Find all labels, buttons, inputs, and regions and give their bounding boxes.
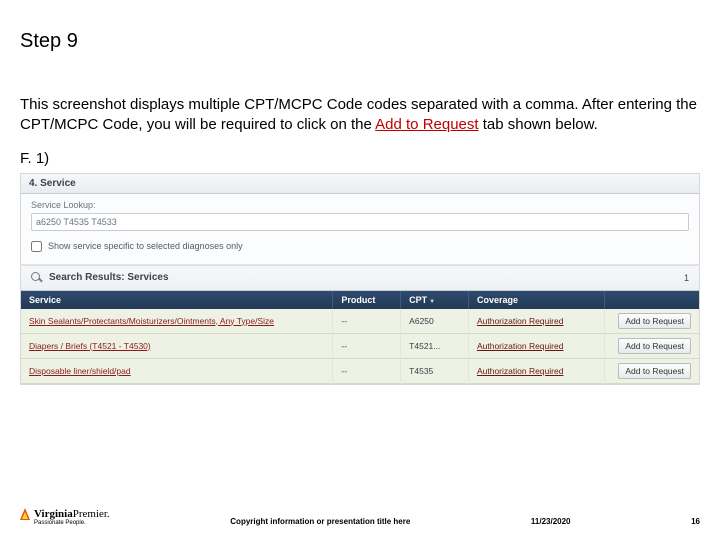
flame-icon <box>20 508 30 520</box>
product-cell: -- <box>333 333 401 358</box>
service-lookup-label: Service Lookup: <box>31 200 689 210</box>
add-to-request-link: Add to Request <box>375 116 478 133</box>
brand-part1: Virginia <box>34 508 73 520</box>
search-icon <box>31 272 43 284</box>
add-to-request-button[interactable]: Add to Request <box>618 363 691 379</box>
service-app-screenshot: 4. Service Service Lookup: Show service … <box>20 173 700 385</box>
col-service[interactable]: Service <box>21 291 333 309</box>
add-to-request-button[interactable]: Add to Request <box>618 313 691 329</box>
product-cell: -- <box>333 358 401 383</box>
footer-date: 11/23/2020 <box>531 517 571 526</box>
cpt-cell: T4521... <box>401 333 469 358</box>
copyright-text: Copyright information or presentation ti… <box>230 517 410 526</box>
table-row: Diapers / Briefs (T4521 - T4530) -- T452… <box>21 333 699 358</box>
service-link[interactable]: Disposable liner/shield/pad <box>29 366 131 376</box>
section-header-service: 4. Service <box>21 174 699 194</box>
add-to-request-button[interactable]: Add to Request <box>618 338 691 354</box>
search-results-header: Search Results: Services 1 <box>21 265 699 291</box>
product-cell: -- <box>333 309 401 334</box>
table-row: Disposable liner/shield/pad -- T4535 Aut… <box>21 358 699 383</box>
slide-footer: VirginiaPremier. Passionate People. Copy… <box>20 508 700 526</box>
diagnoses-only-label: Show service specific to selected diagno… <box>48 241 243 251</box>
cpt-cell: T4535 <box>401 358 469 383</box>
cpt-cell: A6250 <box>401 309 469 334</box>
service-link[interactable]: Skin Sealants/Protectants/Moisturizers/O… <box>29 316 274 326</box>
col-cpt[interactable]: CPT <box>401 291 469 309</box>
step-title: Step 9 <box>20 30 700 53</box>
footer-page-number: 16 <box>691 517 700 526</box>
diagnoses-only-checkbox[interactable] <box>31 241 42 252</box>
col-actions <box>604 291 699 309</box>
figure-label: F. 1) <box>20 150 700 167</box>
table-row: Skin Sealants/Protectants/Moisturizers/O… <box>21 309 699 334</box>
brand-part2: Premier. <box>73 508 110 520</box>
search-results-title: Search Results: Services <box>49 272 169 283</box>
results-table: Service Product CPT Coverage Skin Sealan… <box>21 291 699 384</box>
service-lookup-input[interactable] <box>31 213 689 231</box>
brand-logo: VirginiaPremier. Passionate People. <box>20 508 110 526</box>
coverage-link[interactable]: Authorization Required <box>477 316 563 326</box>
brand-tagline: Passionate People. <box>34 520 86 526</box>
instruction-after: tab shown below. <box>479 116 598 133</box>
results-page-number: 1 <box>684 273 689 283</box>
col-product[interactable]: Product <box>333 291 401 309</box>
coverage-link[interactable]: Authorization Required <box>477 341 563 351</box>
col-coverage[interactable]: Coverage <box>468 291 604 309</box>
diagnoses-only-row[interactable]: Show service specific to selected diagno… <box>31 239 689 254</box>
coverage-link[interactable]: Authorization Required <box>477 366 563 376</box>
instruction-text: This screenshot displays multiple CPT/MC… <box>20 95 700 136</box>
service-link[interactable]: Diapers / Briefs (T4521 - T4530) <box>29 341 151 351</box>
